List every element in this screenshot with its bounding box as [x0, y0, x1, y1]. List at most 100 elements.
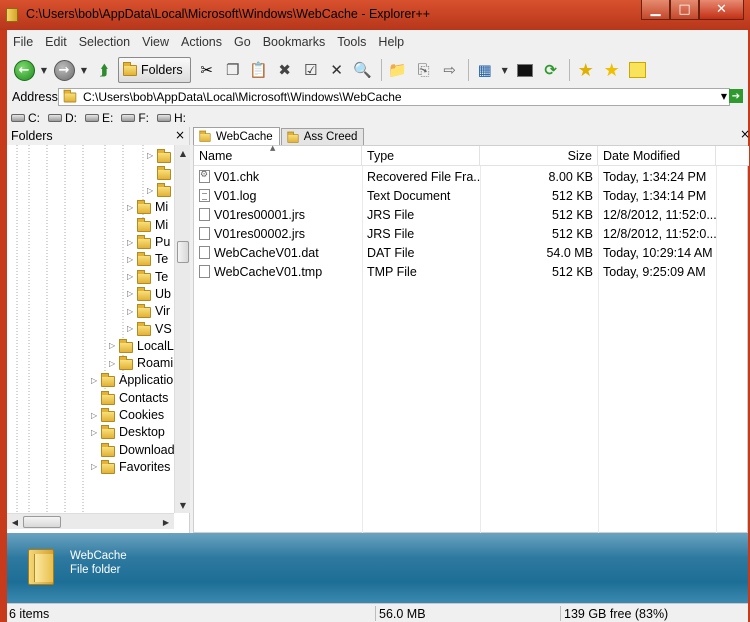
column-header-size[interactable]: Size	[480, 146, 598, 166]
file-list[interactable]: Name ▲ Type Size Date Modified V01.chk Re…	[193, 144, 749, 534]
add-bookmark-button[interactable]: ★	[574, 58, 598, 82]
tree-item[interactable]: ▷	[147, 147, 174, 164]
menu-view[interactable]: View	[136, 33, 175, 52]
expand-arrow-icon[interactable]: ▷	[91, 411, 101, 420]
tree-horizontal-scroll-thumb[interactable]	[23, 516, 61, 528]
copy-to-button[interactable]: ⎘	[412, 58, 436, 82]
back-button[interactable]: ←	[12, 58, 36, 82]
views-dropdown-icon[interactable]: ▼	[499, 58, 511, 82]
expand-arrow-icon[interactable]: ▷	[91, 376, 101, 385]
menu-help[interactable]: Help	[372, 33, 410, 52]
delete-permanently-button[interactable]: ✕	[325, 58, 349, 82]
scroll-left-icon[interactable]: ◀	[7, 514, 23, 530]
command-prompt-button[interactable]	[513, 58, 537, 82]
tree-item[interactable]: Mi	[127, 216, 168, 233]
scroll-down-icon[interactable]: ▼	[175, 497, 191, 513]
scroll-right-icon[interactable]: ▶	[158, 514, 174, 530]
file-row[interactable]: V01.chk Recovered File Fra... 8.00 KB Today…	[194, 167, 749, 186]
expand-arrow-icon[interactable]: ▷	[91, 428, 101, 437]
expand-arrow-icon[interactable]: ▷	[127, 307, 137, 316]
tree-item[interactable]: ▷ Cookies	[91, 407, 164, 424]
copy-button[interactable]: ❐	[221, 58, 245, 82]
column-header-name[interactable]: Name ▲	[194, 144, 362, 166]
views-button[interactable]: ▦	[473, 58, 497, 82]
tree-item[interactable]: ▷ LocalL	[109, 337, 174, 354]
expand-arrow-icon[interactable]: ▷	[147, 186, 157, 195]
address-input[interactable]: C:\Users\bob\AppData\Local\Microsoft\Win…	[58, 88, 730, 106]
new-folder-yellow-button[interactable]	[626, 58, 650, 82]
tree-item[interactable]: ▷ Ub	[127, 285, 171, 302]
tree-item[interactable]: ▷ Applicatio	[91, 372, 173, 389]
paste-button[interactable]: 📋	[247, 58, 271, 82]
expand-arrow-icon[interactable]: ▷	[109, 359, 119, 368]
drive-h[interactable]: H:	[157, 111, 186, 125]
address-dropdown-icon[interactable]: ▼	[721, 92, 727, 101]
forward-button[interactable]: →	[52, 58, 76, 82]
tree-horizontal-scrollbar[interactable]: ◀ ▶	[7, 513, 174, 529]
expand-arrow-icon[interactable]: ▷	[109, 341, 119, 350]
folders-pane-close-icon[interactable]: ×	[175, 128, 185, 142]
scroll-up-icon[interactable]: ▲	[175, 145, 191, 161]
tree-item[interactable]: ▷ Vir	[127, 303, 170, 320]
cut-button[interactable]: ✂	[195, 58, 219, 82]
menu-actions[interactable]: Actions	[175, 33, 228, 52]
menu-edit[interactable]: Edit	[39, 33, 73, 52]
tree-item[interactable]: ▷	[147, 182, 174, 199]
tree-item[interactable]: Download	[91, 441, 174, 458]
tab-webcache[interactable]: WebCache	[193, 127, 280, 145]
expand-arrow-icon[interactable]: ▷	[127, 203, 137, 212]
tree-item[interactable]: ▷ Favorites	[91, 458, 170, 475]
close-tab-icon[interactable]: ×	[740, 127, 750, 141]
forward-dropdown-icon[interactable]: ▼	[78, 58, 90, 82]
go-button[interactable]: ➔	[729, 89, 743, 103]
expand-arrow-icon[interactable]: ▷	[127, 238, 137, 247]
maximize-button[interactable]: □	[670, 0, 699, 20]
back-dropdown-icon[interactable]: ▼	[38, 58, 50, 82]
expand-arrow-icon[interactable]: ▷	[127, 289, 137, 298]
menu-tools[interactable]: Tools	[331, 33, 372, 52]
tree-item[interactable]: ▷ Te	[127, 251, 168, 268]
tree-vertical-scroll-thumb[interactable]	[177, 241, 189, 263]
menu-bookmarks[interactable]: Bookmarks	[257, 33, 332, 52]
file-row[interactable]: WebCacheV01.dat DAT File 54.0 MB Today, 10:…	[194, 243, 749, 262]
expand-arrow-icon[interactable]: ▷	[127, 255, 137, 264]
expand-arrow-icon[interactable]: ▷	[91, 462, 101, 471]
drive-e[interactable]: E:	[85, 111, 113, 125]
tree-item[interactable]: ▷ Desktop	[91, 424, 165, 441]
search-button[interactable]: 🔍	[351, 58, 375, 82]
expand-arrow-icon[interactable]: ▷	[127, 272, 137, 281]
folders-button[interactable]: Folders	[118, 57, 191, 83]
folder-tree[interactable]: ▷ ▷ ▷ Mi Mi ▷ Pu ▷ Te ▷ Te ▷ Ub ▷ Vir ▷ VS ▷ LocalL ▷ Roami ▷…	[7, 145, 174, 513]
drive-d[interactable]: D:	[48, 111, 77, 125]
tree-item[interactable]: ▷ Roami	[109, 355, 173, 372]
menu-go[interactable]: Go	[228, 33, 257, 52]
minimize-button[interactable]: ▁	[641, 0, 670, 20]
tree-item[interactable]: ▷ Te	[127, 268, 168, 285]
file-row[interactable]: WebCacheV01.tmp TMP File 512 KB Today, 9:25…	[194, 262, 749, 281]
tab-ass-creed[interactable]: Ass Creed	[280, 128, 365, 145]
menu-selection[interactable]: Selection	[73, 33, 136, 52]
tree-item[interactable]: Contacts	[91, 389, 168, 406]
column-header-date-modified[interactable]: Date Modified	[598, 146, 716, 166]
column-header-type[interactable]: Type	[362, 146, 480, 166]
tree-item[interactable]: ▷ Mi	[127, 199, 168, 216]
move-to-button[interactable]: ⇨	[438, 58, 462, 82]
menu-file[interactable]: File	[7, 33, 39, 52]
expand-arrow-icon[interactable]: ▷	[147, 151, 157, 160]
drive-f[interactable]: F:	[121, 111, 149, 125]
close-button[interactable]: ✕	[699, 0, 744, 20]
drive-c[interactable]: C:	[11, 111, 40, 125]
bookmarks-button[interactable]: ★	[600, 58, 624, 82]
tree-vertical-scrollbar[interactable]: ▲ ▼	[174, 145, 190, 513]
delete-button[interactable]: ✖	[273, 58, 297, 82]
file-row[interactable]: V01.log Text Document 512 KB Today, 1:34:14…	[194, 186, 749, 205]
tree-item[interactable]: ▷ Pu	[127, 234, 170, 251]
expand-arrow-icon[interactable]: ▷	[127, 324, 137, 333]
tree-item[interactable]: ▷ VS	[127, 320, 172, 337]
up-button[interactable]: ⮭	[92, 58, 116, 82]
file-row[interactable]: V01res00002.jrs JRS File 512 KB 12/8/2012, …	[194, 224, 749, 243]
tree-item[interactable]	[147, 164, 174, 181]
new-folder-button[interactable]: 📁	[386, 58, 410, 82]
file-row[interactable]: V01res00001.jrs JRS File 512 KB 12/8/2012, …	[194, 205, 749, 224]
refresh-button[interactable]: ⟳	[539, 58, 563, 82]
